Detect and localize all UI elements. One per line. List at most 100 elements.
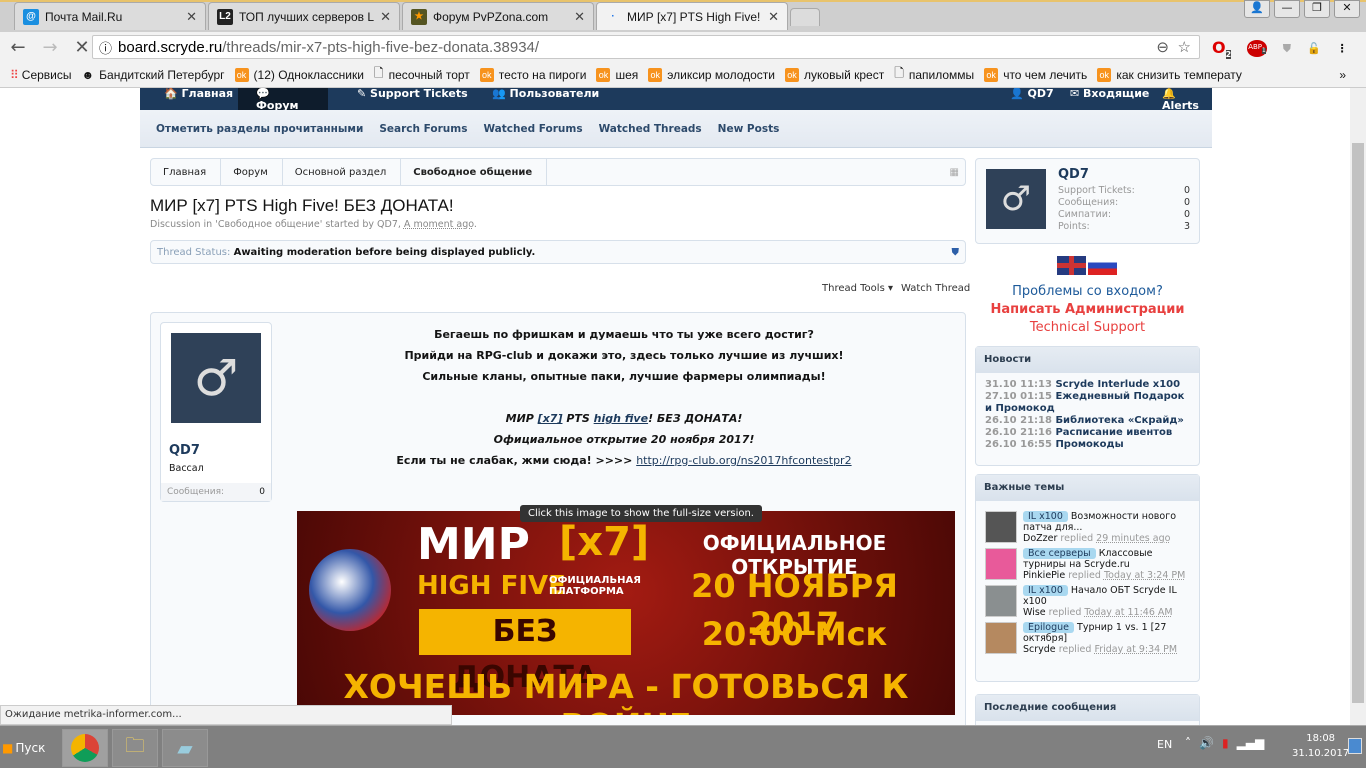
list-item[interactable]: IL x100 Возможности нового патча для... Do… bbox=[976, 509, 1199, 546]
close-icon[interactable]: ✕ bbox=[186, 9, 197, 25]
address-bar[interactable]: ⓘ board.scryde.ru/threads/mir-x7-pts-hig… bbox=[92, 35, 1200, 59]
list-item[interactable]: Все серверы Классовые турниры на Scryde.r… bbox=[976, 546, 1199, 583]
nav-home[interactable]: 🏠 Главная bbox=[152, 88, 245, 110]
watched-forums-link[interactable]: Watched Forums bbox=[483, 123, 582, 135]
back-button[interactable]: ← bbox=[8, 37, 28, 58]
close-window-button[interactable]: ✕ bbox=[1334, 0, 1360, 18]
page-icon: 🗋 bbox=[894, 66, 904, 80]
nav-forum[interactable]: 💬 Форум bbox=[238, 88, 328, 112]
new-tab-button[interactable] bbox=[790, 8, 820, 26]
avatar[interactable]: ♂ bbox=[171, 333, 261, 423]
nav-alerts[interactable]: 🔔 Alerts bbox=[1150, 88, 1212, 112]
battery-icon[interactable]: ▮ bbox=[1222, 736, 1229, 750]
adblock-icon[interactable]: ABP1 bbox=[1247, 40, 1267, 57]
bookmark[interactable]: ok луковый крест bbox=[785, 67, 884, 82]
close-icon[interactable]: ✕ bbox=[574, 9, 585, 25]
page-scrollbar[interactable] bbox=[1350, 88, 1366, 725]
mark-read-link[interactable]: Отметить разделы прочитанными bbox=[156, 123, 363, 135]
search-forums-link[interactable]: Search Forums bbox=[379, 123, 467, 135]
vk-ext-icon[interactable]: 🔓 bbox=[1307, 42, 1321, 55]
new-posts-link[interactable]: New Posts bbox=[718, 123, 780, 135]
bookmark[interactable]: ok как снизить температу bbox=[1097, 67, 1242, 82]
ru-flag-icon[interactable] bbox=[1088, 256, 1117, 275]
bookmark[interactable]: 🗋 песочный торт bbox=[374, 64, 470, 85]
signal-icon[interactable]: ▂▄▆ bbox=[1237, 736, 1265, 750]
thread-tools-button[interactable]: Thread Tools ▾ bbox=[822, 283, 893, 294]
bookmark[interactable]: ok шея bbox=[596, 67, 638, 82]
news-item[interactable]: 26.10 16:55 Промокоды bbox=[985, 439, 1190, 451]
breadcrumb-forum[interactable]: Форум bbox=[221, 159, 283, 185]
breadcrumb-home[interactable]: Главная bbox=[151, 159, 222, 185]
forward-button[interactable]: → bbox=[40, 37, 60, 58]
tab-l2[interactable]: L2 ТОП лучших серверов Lin ✕ bbox=[208, 2, 400, 30]
bookmark[interactable]: ok тесто на пироги bbox=[479, 67, 586, 82]
watched-threads-link[interactable]: Watched Threads bbox=[599, 123, 702, 135]
clock[interactable]: 18:08 31.10.2017 bbox=[1292, 731, 1349, 761]
zoom-icon[interactable]: ⊖ bbox=[1156, 38, 1169, 56]
promo-banner-image[interactable]: МИР [x7] HIGH FIVE ОФИЦИАЛЬНАЯ ПЛАТФОРМА… bbox=[297, 511, 955, 715]
nav-inbox[interactable]: ✉ Входящие bbox=[1058, 88, 1161, 110]
opera-ext-icon[interactable]: O2 bbox=[1212, 38, 1232, 60]
tray-expand-icon[interactable]: ˄ bbox=[1185, 736, 1191, 750]
profile-icon[interactable]: 👤 bbox=[1244, 0, 1270, 18]
chrome-taskbar-button[interactable] bbox=[62, 729, 108, 767]
watch-thread-link[interactable]: Watch Thread bbox=[901, 283, 970, 294]
news-item[interactable]: 26.10 21:18 Библиотека «Скрайд» bbox=[985, 415, 1190, 427]
app-taskbar-button[interactable]: ▰ bbox=[162, 729, 208, 767]
list-item[interactable]: Epilogue Турнир 1 vs. 1 [27 октября] Scryd… bbox=[976, 620, 1199, 657]
bookmark[interactable]: ☻ Бандитский Петербург bbox=[82, 68, 225, 82]
rpg-club-link[interactable]: http://rpg-club.org/ns2017hfcontestpr2 bbox=[636, 454, 851, 467]
tab-mail[interactable]: @ Почта Mail.Ru ✕ bbox=[14, 2, 206, 30]
breadcrumb-section[interactable]: Основной раздел bbox=[283, 159, 402, 185]
close-icon[interactable]: ✕ bbox=[768, 9, 779, 25]
show-desktop-button[interactable] bbox=[1348, 738, 1362, 754]
news-item[interactable]: 31.10 11:13 Scryde Interlude x100 bbox=[985, 379, 1190, 391]
volume-icon[interactable]: 🔊 bbox=[1199, 736, 1214, 750]
bookmark[interactable]: 🗋 папиломмы bbox=[894, 64, 974, 85]
maximize-button[interactable]: ❐ bbox=[1304, 0, 1330, 18]
tab-pvpzona[interactable]: ★ Форум PvPZona.com ✕ bbox=[402, 2, 594, 30]
nav-user[interactable]: 👤 QD7 bbox=[998, 88, 1066, 110]
sub-navigation: Отметить разделы прочитанными Search For… bbox=[140, 110, 1212, 148]
news-item[interactable]: 27.10 01:15 Ежедневный Подарок и Промоко… bbox=[985, 391, 1190, 415]
explorer-taskbar-button[interactable]: 🗀 bbox=[112, 729, 158, 767]
bookmark-star-icon[interactable]: ☆ bbox=[1178, 38, 1191, 56]
avatar[interactable]: ♂ bbox=[986, 169, 1046, 229]
nav-members[interactable]: 👥 Пользователи bbox=[480, 88, 611, 110]
odnoklassniki-icon: ok bbox=[984, 67, 999, 82]
tab-active[interactable]: · МИР [x7] PTS High Five! БЕЗ ✕ bbox=[596, 2, 788, 30]
bookmark[interactable]: ok (12) Одноклассники bbox=[234, 67, 364, 82]
thread-time-link[interactable]: A moment ago bbox=[404, 219, 474, 230]
visitor-name-link[interactable]: QD7 bbox=[1058, 167, 1089, 182]
shield-ext-icon[interactable]: ⛊ bbox=[1283, 42, 1291, 56]
list-item[interactable]: IL x100 Начало ОБТ Scryde IL x100 Wise rep… bbox=[976, 583, 1199, 620]
breadcrumb-current[interactable]: Свободное общение bbox=[401, 159, 548, 185]
start-button[interactable]: ■ Пуск bbox=[2, 732, 56, 764]
more-bookmarks-button[interactable]: » bbox=[1339, 68, 1346, 82]
news-item[interactable]: 26.10 21:16 Расписание ивентов bbox=[985, 427, 1190, 439]
high-five-link[interactable]: high five bbox=[594, 412, 648, 425]
minimize-button[interactable]: — bbox=[1274, 0, 1300, 18]
tech-support-link[interactable]: Technical Support bbox=[975, 319, 1200, 337]
write-admin-link[interactable]: Написать Администрации bbox=[975, 301, 1200, 319]
menu-icon[interactable]: ⋮ bbox=[1337, 42, 1348, 55]
uk-flag-icon[interactable] bbox=[1057, 256, 1086, 275]
language-indicator[interactable]: EN bbox=[1157, 738, 1172, 751]
stop-button[interactable]: ✕ bbox=[72, 37, 92, 58]
info-icon[interactable]: ⓘ bbox=[99, 38, 112, 57]
bookmark[interactable]: ok что чем лечить bbox=[984, 67, 1087, 82]
url-host: board.scryde.ru bbox=[118, 38, 223, 56]
jump-menu-icon[interactable]: ▦ bbox=[950, 167, 959, 178]
notepad-icon: ▰ bbox=[177, 736, 193, 760]
image-tooltip: Click this image to show the full-size v… bbox=[520, 505, 762, 522]
post-author-link[interactable]: QD7 bbox=[169, 443, 200, 458]
nav-support[interactable]: ✎ Support Tickets bbox=[345, 88, 480, 110]
x7-link[interactable]: [x7] bbox=[538, 412, 563, 425]
bookmarks-bar: ⠿ Сервисы ☻ Бандитский Петербург ok (12) Од… bbox=[0, 62, 1366, 88]
l2-icon: L2 bbox=[217, 8, 233, 25]
bookmark[interactable]: ok эликсир молодости bbox=[648, 67, 775, 82]
bookmark-services[interactable]: ⠿ Сервисы bbox=[10, 68, 72, 82]
close-icon[interactable]: ✕ bbox=[380, 9, 391, 25]
page-title: МИР [x7] PTS High Five! БЕЗ ДОНАТА! bbox=[150, 196, 454, 215]
login-problem-link[interactable]: Проблемы со входом? bbox=[975, 283, 1200, 301]
